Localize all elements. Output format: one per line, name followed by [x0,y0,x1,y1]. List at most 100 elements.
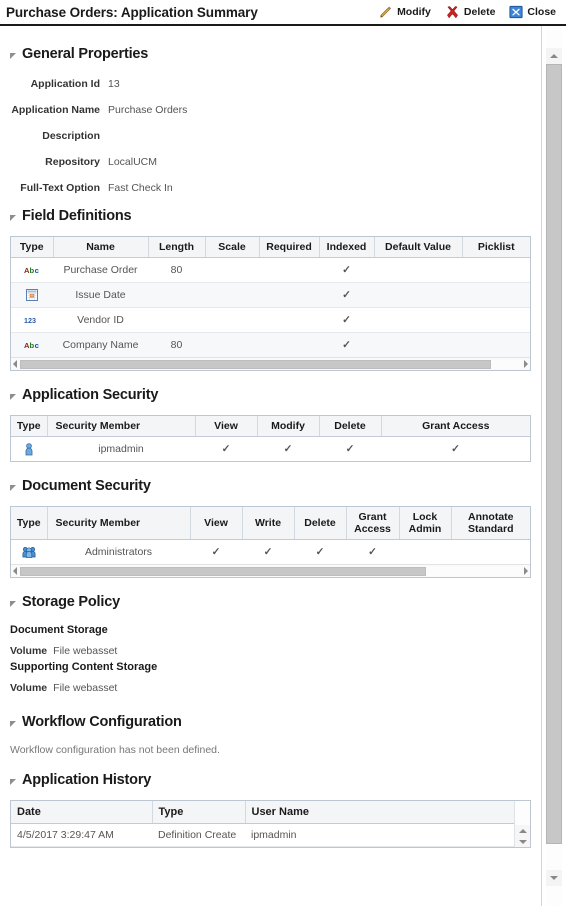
section-header-document-security[interactable]: Document Security [10,478,531,494]
section-header-application-history[interactable]: Application History [10,772,531,788]
section-header-storage-policy[interactable]: Storage Policy [10,594,531,610]
cell-type: A b c [11,333,53,358]
table-header-row: Date Type User Name [11,801,514,825]
cell-indexed: ✓ [319,257,374,284]
cell-security-member: Administrators [84,546,153,559]
svg-text:c: c [34,341,39,350]
column-header-delete[interactable]: Delete [319,416,382,438]
property-row: Full-Text Option Fast Check In [10,182,531,194]
cell-type: Definition Create [152,823,245,848]
column-header-type[interactable]: Type [152,801,246,825]
section-title-document-security: Document Security [22,478,151,495]
property-value: 13 [108,78,120,90]
column-header-picklist[interactable]: Picklist [462,237,530,259]
red-x-icon [445,5,460,20]
column-header-write[interactable]: Write [242,507,295,541]
table-row[interactable]: Issue Date ✓ [11,282,530,309]
cell-security-member: ipmadmin [98,443,144,456]
column-header-grant-access[interactable]: Grant Access [346,507,400,541]
page-scroll-down-arrow-icon[interactable] [546,870,562,886]
vscroll-thumb[interactable] [546,64,562,844]
application-history-vscrollbar[interactable] [514,801,530,848]
scroll-up-arrow-icon[interactable] [515,825,530,837]
scroll-right-arrow-icon[interactable] [524,360,528,369]
general-properties-list: Application Id 13 Application Name Purch… [10,78,531,194]
hscroll-thumb[interactable] [20,359,491,369]
cell-default-value [374,307,462,334]
column-header-view[interactable]: View [195,416,258,438]
column-header-scale[interactable]: Scale [205,237,260,259]
document-storage-block: Document Storage Volume File webasset Su… [10,624,531,694]
section-header-application-security[interactable]: Application Security [10,387,531,403]
page-titlebar: Purchase Orders: Application Summary Mod… [0,0,566,26]
svg-text:123: 123 [24,316,36,325]
column-header-security-member[interactable]: Security Member [47,507,191,541]
section-title-field-definitions: Field Definitions [22,208,132,224]
table-row[interactable]: A b c Purchase Order 80 ✓ [11,257,530,284]
section-title-workflow-configuration: Workflow Configuration [22,714,182,731]
cell-indexed: ✓ [319,282,374,309]
column-header-lock-admin[interactable]: Lock Admin [399,507,452,541]
disclosure-triangle-icon [10,215,16,221]
cell-required [259,282,319,309]
table-row[interactable]: A b c Company Name 80 ✓ [11,332,530,358]
column-header-security-member[interactable]: Security Member [47,416,196,438]
table-row[interactable]: ipmadmin ✓ ✓ ✓ ✓ [11,437,530,462]
scroll-left-arrow-icon[interactable] [13,567,17,576]
column-header-type[interactable]: Type [11,416,48,438]
column-header-name[interactable]: Name [53,237,149,259]
page-vertical-scrollbar[interactable] [541,26,566,906]
column-header-delete[interactable]: Delete [294,507,347,541]
document-security-table: Type Security Member View Write Delete G… [10,506,531,579]
property-row: Application Id 13 [10,78,531,90]
section-header-general-properties[interactable]: General Properties [10,46,531,62]
section-header-field-definitions[interactable]: Field Definitions [10,208,531,224]
close-button[interactable]: Close [509,5,556,19]
section-header-workflow-configuration[interactable]: Workflow Configuration [10,714,531,730]
column-header-default-value[interactable]: Default Value [374,237,463,259]
property-label: Repository [45,156,100,168]
page-scroll-up-arrow-icon[interactable] [546,48,562,64]
column-header-user-name[interactable]: User Name [245,801,514,825]
cell-type: 123 [11,307,53,334]
group-icon [14,546,44,559]
hscroll-thumb[interactable] [20,566,426,576]
hscroll-track[interactable] [20,566,521,576]
toolbar: Modify Delete Close [378,5,560,20]
scroll-left-arrow-icon[interactable] [13,360,17,369]
number-type-icon: 123 [14,315,50,325]
cell-default-value [374,333,462,358]
svg-text:c: c [34,266,39,275]
column-header-required[interactable]: Required [259,237,320,259]
field-definitions-hscrollbar[interactable] [11,357,530,371]
column-header-date[interactable]: Date [11,801,153,825]
scroll-down-arrow-icon[interactable] [515,836,530,848]
hscroll-track[interactable] [20,359,521,369]
delete-button[interactable]: Delete [445,5,495,20]
column-header-type[interactable]: Type [11,507,48,541]
modify-button[interactable]: Modify [378,5,431,20]
cell-name: Vendor ID [53,307,148,334]
cell-required [259,257,319,284]
pencil-icon [378,5,393,20]
column-header-modify[interactable]: Modify [257,416,320,438]
column-header-view[interactable]: View [190,507,243,541]
section-title-storage-policy: Storage Policy [22,594,120,611]
table-row[interactable]: Administrators ✓ ✓ ✓ ✓ [11,540,530,565]
property-label: Description [42,130,100,142]
column-header-indexed[interactable]: Indexed [319,237,375,259]
column-header-grant-access[interactable]: Grant Access [381,416,530,438]
column-header-type[interactable]: Type [11,237,54,259]
workflow-empty-message: Workflow configuration has not been defi… [10,744,220,757]
supporting-storage-heading: Supporting Content Storage [10,661,158,674]
table-row[interactable]: 4/5/2017 3:29:47 AM Definition Create ip… [11,823,514,848]
column-header-annotate-standard[interactable]: Annotate Standard [451,507,530,541]
table-row[interactable]: 123 Vendor ID ✓ [11,307,530,334]
scroll-right-arrow-icon[interactable] [524,567,528,576]
column-header-length[interactable]: Length [148,237,206,259]
cell-length [148,282,205,309]
property-value: Purchase Orders [108,104,188,116]
document-security-hscrollbar[interactable] [11,564,530,578]
svg-text:b: b [29,266,34,275]
cell-type [11,282,53,309]
